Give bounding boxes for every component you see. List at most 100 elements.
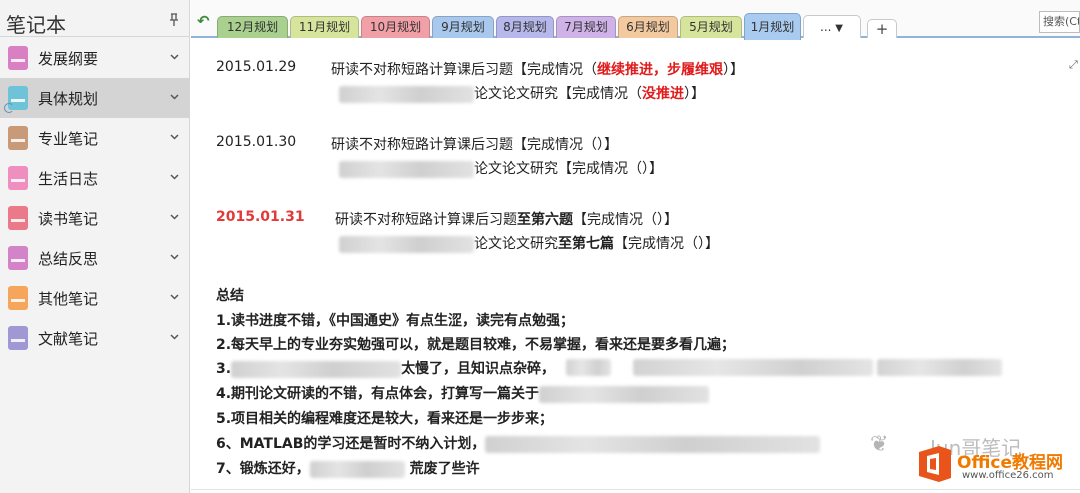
sync-icon [4,103,14,113]
task-text: 论文论文研究【完成情况（ [474,86,642,102]
chevron-down-icon[interactable] [170,52,179,61]
notebook-icon [8,126,28,150]
summary-item: 2.每天早上的专业夯实勉强可以，就是题目较难，不易掌握，看来还是要多看几遍； [216,337,736,353]
entry-date-current: 2015.01.31 [216,209,305,225]
notebook-label: 生活日志 [38,170,99,188]
wechat-icon: ❦ [870,432,889,457]
tab-october[interactable]: 10月规划 [361,16,430,38]
task-text: 论文论文研究【完成情况（）】 [474,161,663,177]
summary-item-text: 太慢了，且知识点杂碎， [401,361,556,377]
chevron-down-icon[interactable] [170,292,179,301]
office-logo-icon [919,446,951,482]
add-section-button[interactable]: + [867,19,897,38]
entry-task-line: 论文论文研究【完成情况（）】 [339,158,663,178]
task-text: 论文论文研究 [474,236,558,252]
tab-december[interactable]: 12月规划 [217,16,288,38]
chevron-down-icon[interactable] [170,332,179,341]
redacted-text [633,359,873,376]
notebook-item-development[interactable]: 发展纲要 [0,38,190,78]
more-tabs-label: ... [820,20,832,34]
chevron-down-icon[interactable] [170,212,179,221]
redacted-text [339,235,474,253]
summary-item: 1.读书进度不错，《中国通史》有点生涩，读完有点勉强； [216,313,575,329]
status-text: 没推进 [642,86,684,102]
summary-item: 6、MATLAB的学习还是暂时不纳入计划， [216,433,821,453]
more-tabs-button[interactable]: ... ▼ [803,15,861,38]
task-text-end: 【完成情况（）】 [573,212,678,228]
notebook-label: 具体规划 [38,90,99,108]
task-text-end: ）】 [684,86,705,102]
summary-item: 7、锻炼还好， 荒废了些许 [216,458,480,478]
tab-august[interactable]: 8月规划 [496,16,554,38]
pin-icon[interactable] [168,13,180,27]
redacted-text [485,435,821,453]
progress-text: 至第六题 [517,212,573,228]
notebook-item-other[interactable]: 其他笔记 [0,278,190,318]
entry-task-line: 研读不对称短路计算课后习题【完成情况（）】 [331,137,618,153]
tab-november[interactable]: 11月规划 [290,16,359,38]
tab-january[interactable]: 1月规划 [744,13,801,40]
notebook-item-reflection[interactable]: 总结反思 [0,238,190,278]
notebook-label: 读书笔记 [38,210,99,228]
notebook-item-professional[interactable]: 专业笔记 [0,118,190,158]
summary-item: 4.期刊论文研读的不错，有点体会，打算写一篇关于 [216,383,710,403]
tab-september[interactable]: 9月规划 [432,16,494,38]
redacted-text [539,385,710,403]
entry-task-line: 研读不对称短路计算课后习题【完成情况（继续推进，步履维艰）】 [331,59,744,79]
notebook-item-literature[interactable]: 文献笔记 [0,318,190,358]
notebook-label: 发展纲要 [38,50,99,68]
tab-june[interactable]: 6月规划 [618,16,678,38]
notebook-icon [8,46,28,70]
caret-down-icon: ▼ [835,23,843,34]
notebook-item-reading[interactable]: 读书笔记 [0,198,190,238]
notebook-icon [8,326,28,350]
summary-item-number: 3. [216,361,232,377]
chevron-down-icon[interactable] [170,172,179,181]
back-arrow-icon[interactable]: ↶ [197,12,210,30]
notebook-header: 笔记本 [0,0,190,37]
summary-item-text-end: 荒废了些许 [409,461,480,477]
summary-item-text: 7、锻炼还好， [216,461,310,477]
notebook-sidebar: 笔记本 发展纲要 具体规划 专业笔记 生活日志 读书笔记 总结反思 其他笔记 文… [0,0,190,493]
divider [191,489,1080,490]
entry-task-line: 研读不对称短路计算课后习题至第六题【完成情况（）】 [335,209,678,229]
notebook-icon [8,206,28,230]
task-text-end: ）】 [723,62,744,78]
notebook-pane-title: 笔记本 [6,13,66,37]
page-content[interactable]: ⤢ 2015.01.29 研读不对称短路计算课后习题【完成情况（继续推进，步履维… [191,40,1080,493]
chevron-down-icon[interactable] [170,132,179,141]
notebook-label: 其他笔记 [38,290,99,308]
status-text: 继续推进，步履维艰 [597,62,723,78]
task-text-end: 【完成情况（）】 [614,236,719,252]
notebook-icon [8,166,28,190]
tab-may[interactable]: 5月规划 [680,16,742,38]
notebook-label: 总结反思 [38,250,99,268]
summary-heading: 总结 [216,288,244,304]
notebook-item-life-log[interactable]: 生活日志 [0,158,190,198]
notebook-label: 文献笔记 [38,330,99,348]
task-text: 研读不对称短路计算课后习题 [335,212,517,228]
summary-item: 5.项目相关的编程难度还是较大，看来还是一步步来； [216,411,554,427]
progress-text: 至第七篇 [558,236,614,252]
entry-task-line: 论文论文研究【完成情况（没推进）】 [339,83,705,103]
notebook-icon [8,286,28,310]
notebook-label: 专业笔记 [38,130,99,148]
redacted-text [231,360,402,378]
redacted-text [309,460,405,478]
entry-task-line: 论文论文研究至第七篇【完成情况（）】 [339,233,719,253]
watermark-url: www.office26.com [962,470,1054,481]
task-text: 研读不对称短路计算课后习题【完成情况（ [331,62,597,78]
chevron-down-icon[interactable] [170,92,179,101]
redacted-text [566,359,611,376]
entry-date: 2015.01.30 [216,134,297,150]
chevron-down-icon[interactable] [170,252,179,261]
expand-icon[interactable]: ⤢ [1069,58,1078,72]
tab-july[interactable]: 7月规划 [556,16,616,38]
search-input[interactable]: 搜索(Ctrl+E) [1039,11,1080,33]
section-tab-bar: ↶ 12月规划 11月规划 10月规划 9月规划 8月规划 7月规划 6月规划 … [191,0,1080,40]
redacted-text [877,359,1002,376]
notebook-icon [8,246,28,270]
redacted-text [339,85,474,103]
entry-date: 2015.01.29 [216,59,297,75]
notebook-item-plans[interactable]: 具体规划 [0,78,190,118]
